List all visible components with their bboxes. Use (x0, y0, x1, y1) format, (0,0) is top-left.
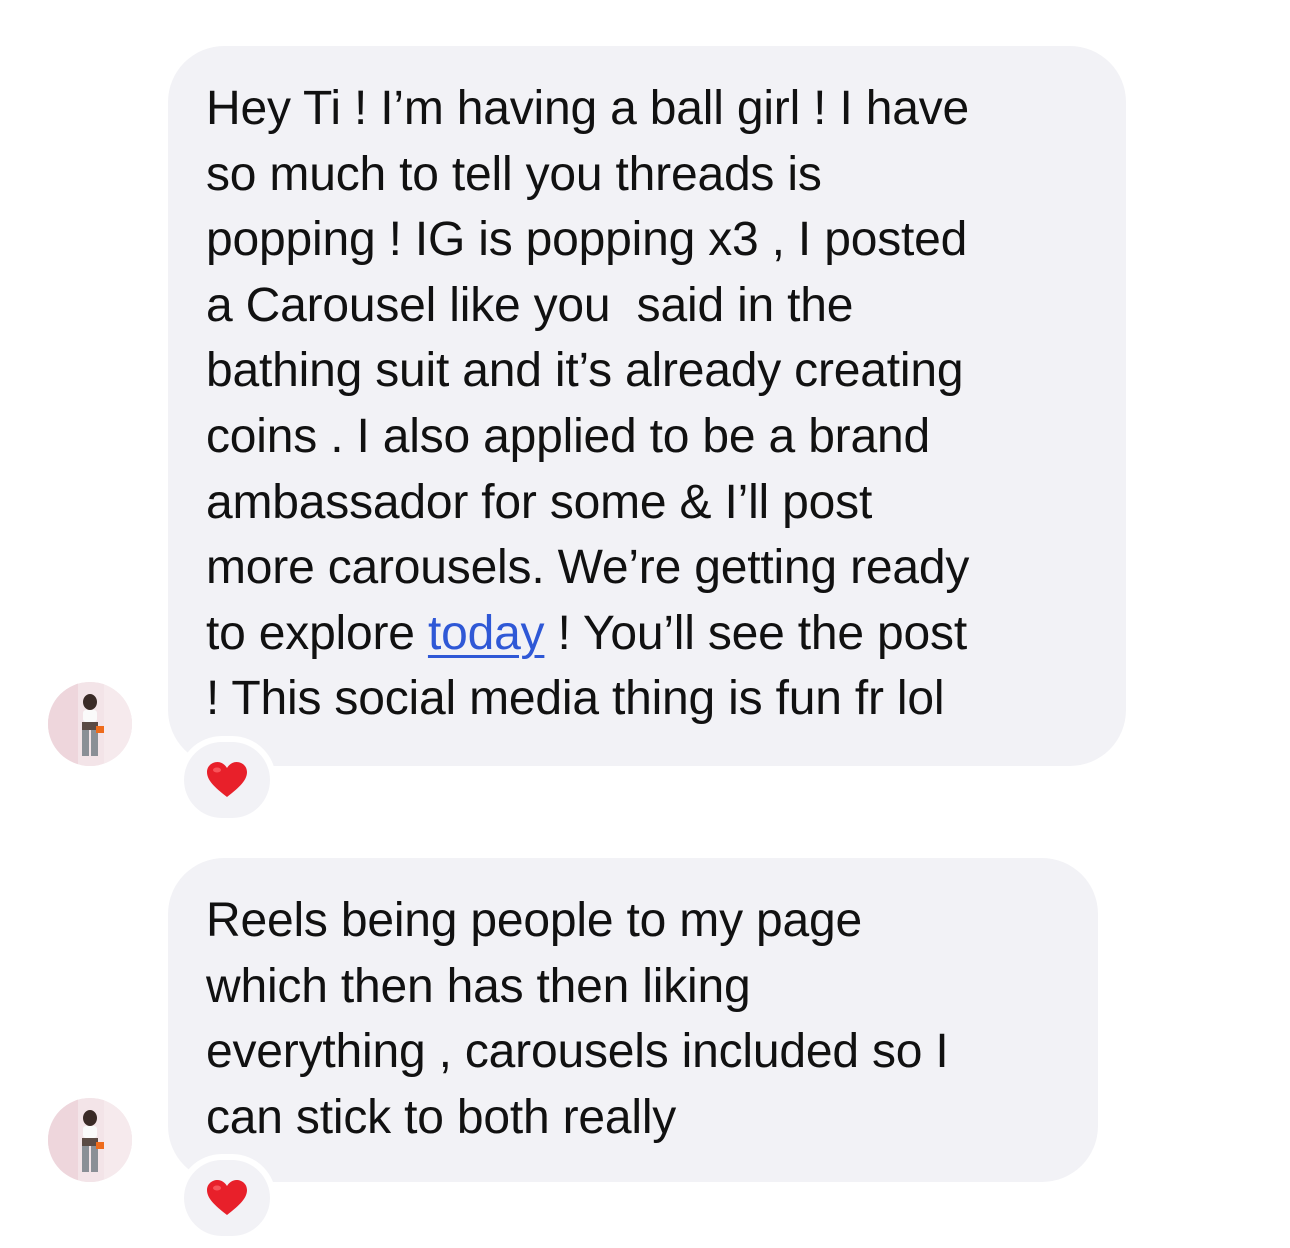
message-text-line: to explore today ! You’ll see the post (206, 601, 1088, 667)
message-text-line: ! This social media thing is fun fr lol (206, 672, 945, 726)
message-text-line: which then has then liking (206, 959, 751, 1013)
message-text-line: Reels being people to my page (206, 894, 862, 947)
heart-reaction[interactable] (184, 742, 270, 818)
message-text-line: popping ! IG is popping x3 , I posted (206, 213, 968, 267)
sender-avatar[interactable] (48, 682, 132, 766)
message-text: to explore (206, 606, 428, 660)
message-text-line: can stick to both really (206, 1090, 677, 1144)
date-link[interactable]: today (428, 607, 545, 660)
message-text-line: Hey Ti ! I’m having a ball girl ! I have (206, 82, 970, 135)
message-text-line: more carousels. We’re getting ready (206, 541, 970, 595)
message-text-line: bathing suit and it’s already creating (206, 344, 964, 398)
avatar-photo (48, 1098, 132, 1182)
message-text-line: so much to tell you threads is (206, 147, 822, 201)
message-text-line: coins . I also applied to be a brand (206, 409, 930, 463)
message-bubble[interactable]: Reels being people to my page which then… (168, 858, 1098, 1182)
message-text: ! You’ll see the post (544, 606, 968, 660)
message-bubble[interactable]: Hey Ti ! I’m having a ball girl ! I have… (168, 46, 1126, 766)
heart-emoji-icon (207, 762, 247, 797)
heart-emoji-icon (207, 1180, 247, 1215)
avatar-photo (48, 682, 132, 766)
message-text-line: a Carousel like you said in the (206, 278, 854, 332)
message-text-line: ambassador for some & I’ll post (206, 475, 873, 529)
message-text-line: everything , carousels included so I (206, 1025, 949, 1079)
sender-avatar[interactable] (48, 1098, 132, 1182)
heart-reaction[interactable] (184, 1160, 270, 1236)
